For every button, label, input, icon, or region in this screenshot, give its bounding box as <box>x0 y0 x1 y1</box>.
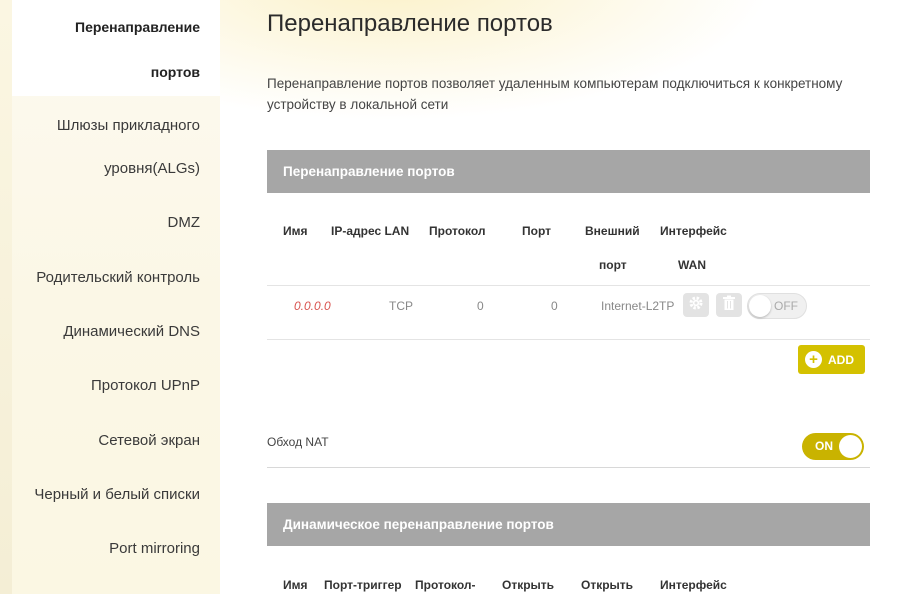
row-protocol: TCP <box>389 299 413 313</box>
toggle-state-label: ON <box>815 439 833 453</box>
left-edge-strip <box>0 0 12 594</box>
column-header-protocol: Протокол- <box>415 578 476 592</box>
delete-button[interactable] <box>716 293 742 317</box>
column-header-wan-interface: Интерфейс <box>660 224 727 238</box>
table-divider <box>267 339 870 340</box>
sidebar-item-label: Перенаправление <box>75 19 200 35</box>
column-header-interface: Интерфейс <box>660 578 727 592</box>
nat-bypass-toggle[interactable]: ON <box>802 433 864 460</box>
column-header-external-port: Внешний <box>585 224 640 238</box>
table-divider <box>267 285 870 286</box>
rule-enable-toggle[interactable]: OFF <box>747 293 807 319</box>
page-title: Перенаправление портов <box>267 10 553 37</box>
sidebar-item-black-white-lists[interactable]: Черный и белый списки <box>34 486 200 503</box>
column-header-wan-interface-line2: WAN <box>678 258 706 272</box>
column-header-external-port-line2: порт <box>599 258 627 272</box>
column-header-name: Имя <box>283 578 308 592</box>
gear-icon <box>688 295 704 316</box>
column-header-port: Порт <box>522 224 552 238</box>
sidebar-item-upnp[interactable]: Протокол UPnP <box>91 377 200 394</box>
sidebar-active-background <box>12 0 220 96</box>
row-external-port: 0 <box>551 299 558 313</box>
toggle-state-label: OFF <box>774 299 798 313</box>
sidebar-item-firewall[interactable]: Сетевой экран <box>98 432 200 449</box>
toggle-knob <box>749 295 771 317</box>
column-header-ip: IP-адрес LAN <box>331 224 410 238</box>
port-forwarding-section-header: Перенаправление портов <box>267 150 870 193</box>
plus-icon: + <box>805 351 822 368</box>
sidebar: Перенаправление портов Шлюзы прикладного… <box>12 0 220 594</box>
row-port: 0 <box>477 299 484 313</box>
trash-icon <box>722 295 736 316</box>
sidebar-item-port-mirroring[interactable]: Port mirroring <box>109 540 200 557</box>
sidebar-item-dynamic-dns[interactable]: Динамический DNS <box>63 323 200 340</box>
sidebar-item-label: Шлюзы прикладного <box>56 117 200 134</box>
add-rule-button[interactable]: + ADD <box>798 345 865 374</box>
edit-button[interactable] <box>683 293 709 317</box>
column-header-trigger-port: Порт-триггер <box>324 578 402 592</box>
column-header-protocol: Протокол <box>429 224 486 238</box>
sidebar-item-label: портов <box>150 64 200 80</box>
row-wan-interface: Internet-L2TP <box>601 299 675 313</box>
dynamic-forwarding-section-header: Динамическое перенаправление портов <box>267 503 870 546</box>
row-name: 0.0.0.0 <box>294 299 331 313</box>
nat-bypass-label: Обход NAT <box>267 435 329 449</box>
page-description: Перенаправление портов позволяет удаленн… <box>267 76 843 112</box>
column-header-name: Имя <box>283 224 308 238</box>
sidebar-item-parental-control[interactable]: Родительский контроль <box>36 269 200 286</box>
sidebar-item-label: уровня(ALGs) <box>104 160 200 177</box>
toggle-knob <box>839 435 862 458</box>
column-header-open-1: Открыть <box>502 578 555 592</box>
add-button-label: ADD <box>828 352 854 367</box>
nat-divider <box>267 467 870 468</box>
sidebar-item-dmz[interactable]: DMZ <box>168 214 201 231</box>
column-header-open-2: Открыть <box>581 578 634 592</box>
